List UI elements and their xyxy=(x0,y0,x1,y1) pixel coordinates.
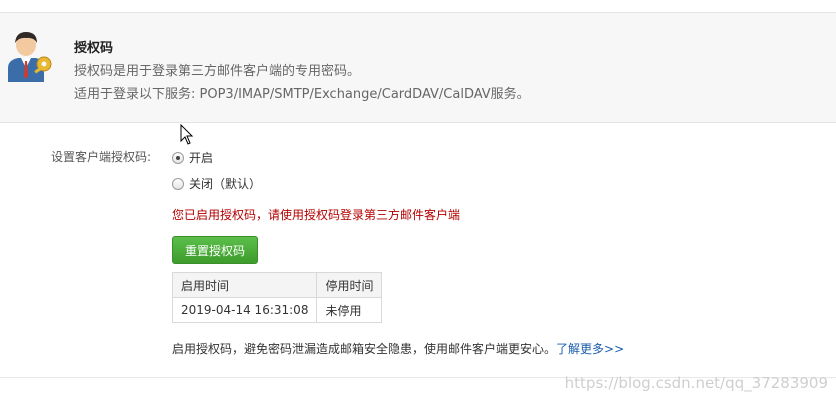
header-disabled-time: 停用时间 xyxy=(316,272,383,298)
radio-disable-button[interactable] xyxy=(172,177,184,190)
info-services: 适用于登录以下服务: POP3/IMAP/SMTP/Exchange/CardD… xyxy=(74,87,530,102)
auth-code-setting-label: 设置客户端授权码: xyxy=(51,150,152,164)
info-title: 授权码 xyxy=(74,41,114,56)
enabled-time-cell: 2019-04-14 16:31:08 xyxy=(171,297,318,323)
mouse-cursor-icon xyxy=(180,124,194,145)
learn-more-link[interactable]: 了解更多>> xyxy=(556,342,624,356)
radio-disable-label[interactable]: 关闭（默认） xyxy=(189,175,261,192)
radio-disable[interactable]: 关闭（默认） xyxy=(172,175,261,192)
radio-enable-button[interactable] xyxy=(172,151,184,164)
disabled-time-cell: 未停用 xyxy=(316,297,383,323)
reset-auth-code-button[interactable]: 重置授权码 xyxy=(172,236,258,264)
watermark: https://blog.csdn.net/qq_37283909 xyxy=(564,374,828,392)
radio-enable-label[interactable]: 开启 xyxy=(189,149,213,166)
header-enabled-time: 启用时间 xyxy=(171,272,318,298)
table-row: 2019-04-14 16:31:08 未停用 xyxy=(171,297,383,323)
footer-note-text: 启用授权码，避免密码泄漏造成邮箱安全隐患，使用邮件客户端更安心。 xyxy=(172,342,557,356)
status-message: 您已启用授权码，请使用授权码登录第三方邮件客户端 xyxy=(172,208,461,222)
info-description: 授权码是用于登录第三方邮件客户端的专用密码。 xyxy=(74,64,361,79)
user-key-icon xyxy=(8,32,52,82)
footer-note: 启用授权码，避免密码泄漏造成邮箱安全隐患，使用邮件客户端更安心。了解更多>> xyxy=(172,340,624,357)
table-header-row: 启用时间 停用时间 xyxy=(171,272,383,298)
auth-code-time-table: 启用时间 停用时间 2019-04-14 16:31:08 未停用 xyxy=(171,272,383,323)
radio-enable[interactable]: 开启 xyxy=(172,149,213,166)
